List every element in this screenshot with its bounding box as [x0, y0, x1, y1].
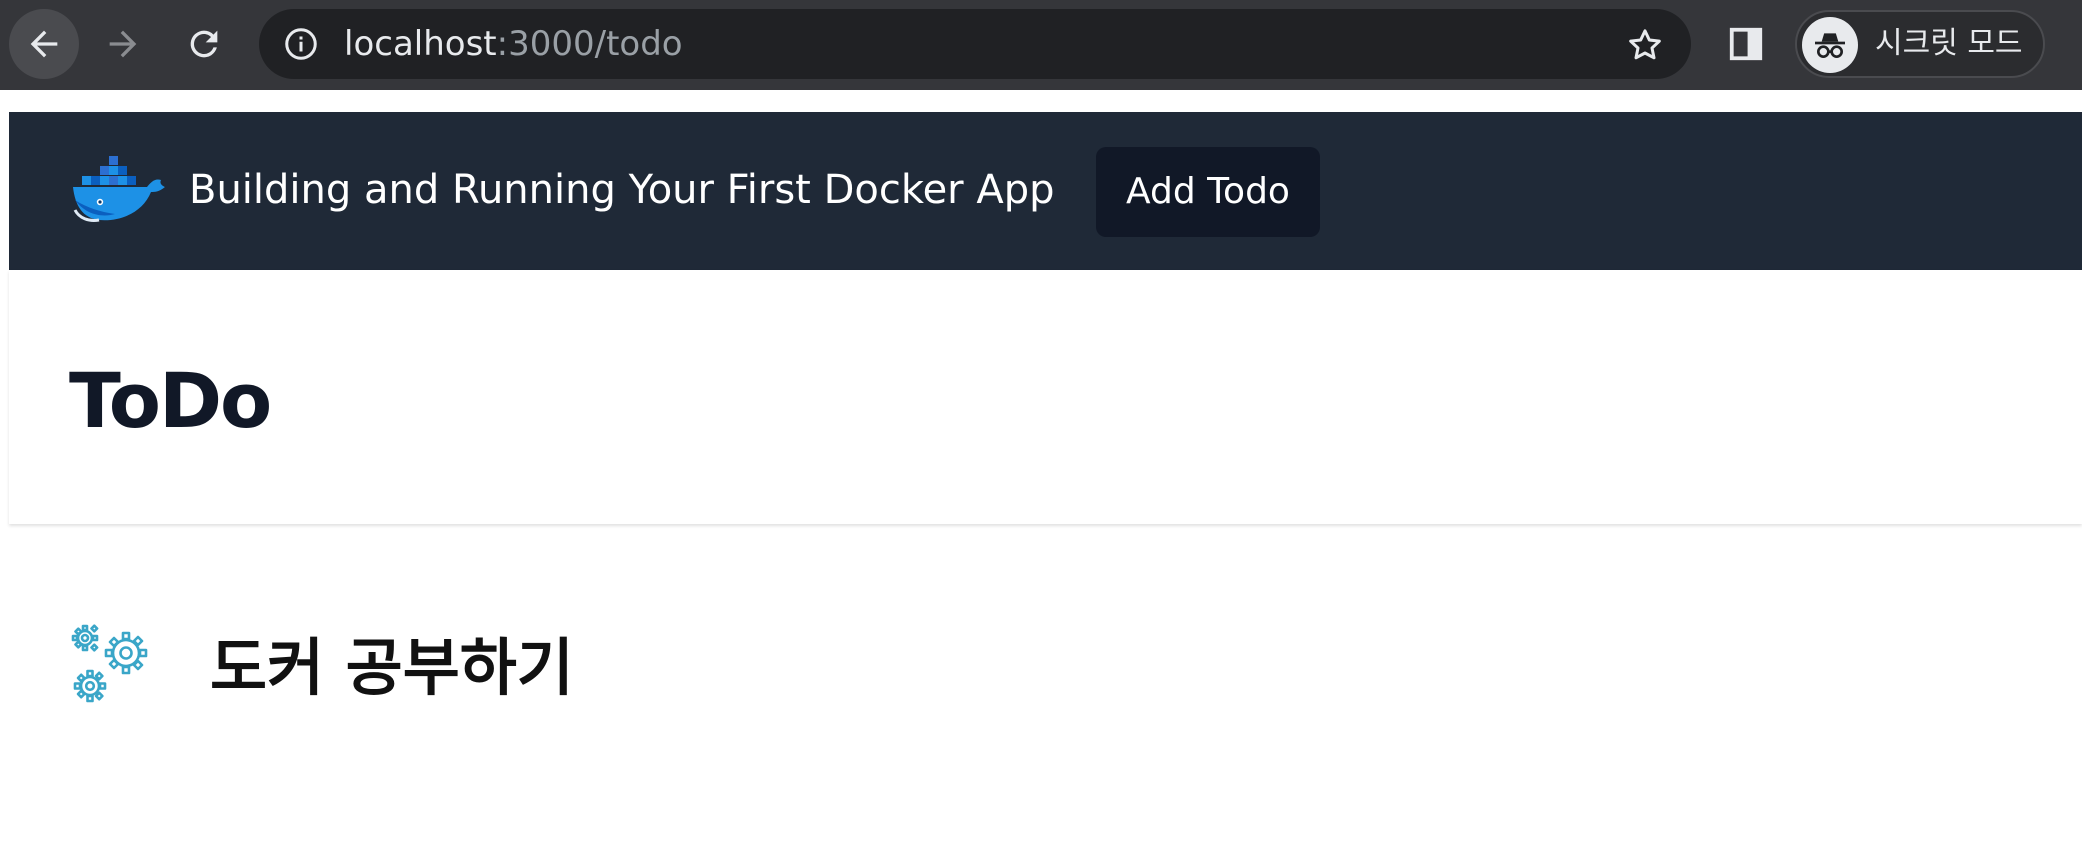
url-text[interactable]: localhost:3000/todo: [344, 23, 683, 65]
back-button[interactable]: [9, 9, 79, 79]
reload-icon: [190, 30, 218, 58]
docker-whale-icon: [73, 156, 165, 222]
app-navbar: Building and Running Your First Docker A…: [9, 112, 2082, 270]
reload-button[interactable]: [169, 9, 239, 79]
address-bar[interactable]: localhost:3000/todo: [259, 9, 1691, 79]
incognito-avatar: [1802, 17, 1858, 73]
incognito-icon: [1815, 33, 1845, 59]
page-content: Building and Running Your First Docker A…: [0, 90, 2082, 859]
bookmark-star-icon[interactable]: [1625, 25, 1665, 65]
info-icon[interactable]: [283, 26, 319, 62]
gears-icon: [71, 624, 148, 703]
app-brand-title[interactable]: Building and Running Your First Docker A…: [189, 166, 1055, 214]
incognito-profile-button[interactable]: 시크릿 모드: [1795, 10, 2045, 78]
forward-arrow-icon: [109, 30, 137, 58]
url-path: :3000/todo: [496, 24, 683, 64]
side-panel-icon[interactable]: [1727, 25, 1765, 63]
forward-button[interactable]: [88, 9, 158, 79]
incognito-label: 시크릿 모드: [1875, 26, 2023, 61]
page-title: ToDo: [69, 356, 272, 445]
url-host: localhost: [344, 24, 497, 64]
todo-item-text[interactable]: 도커 공부하기: [210, 630, 574, 706]
back-arrow-icon: [30, 30, 58, 58]
browser-toolbar: localhost:3000/todo 시크릿 모드: [0, 0, 2082, 90]
add-todo-button[interactable]: Add Todo: [1096, 147, 1320, 237]
page-header: ToDo: [9, 270, 2082, 524]
